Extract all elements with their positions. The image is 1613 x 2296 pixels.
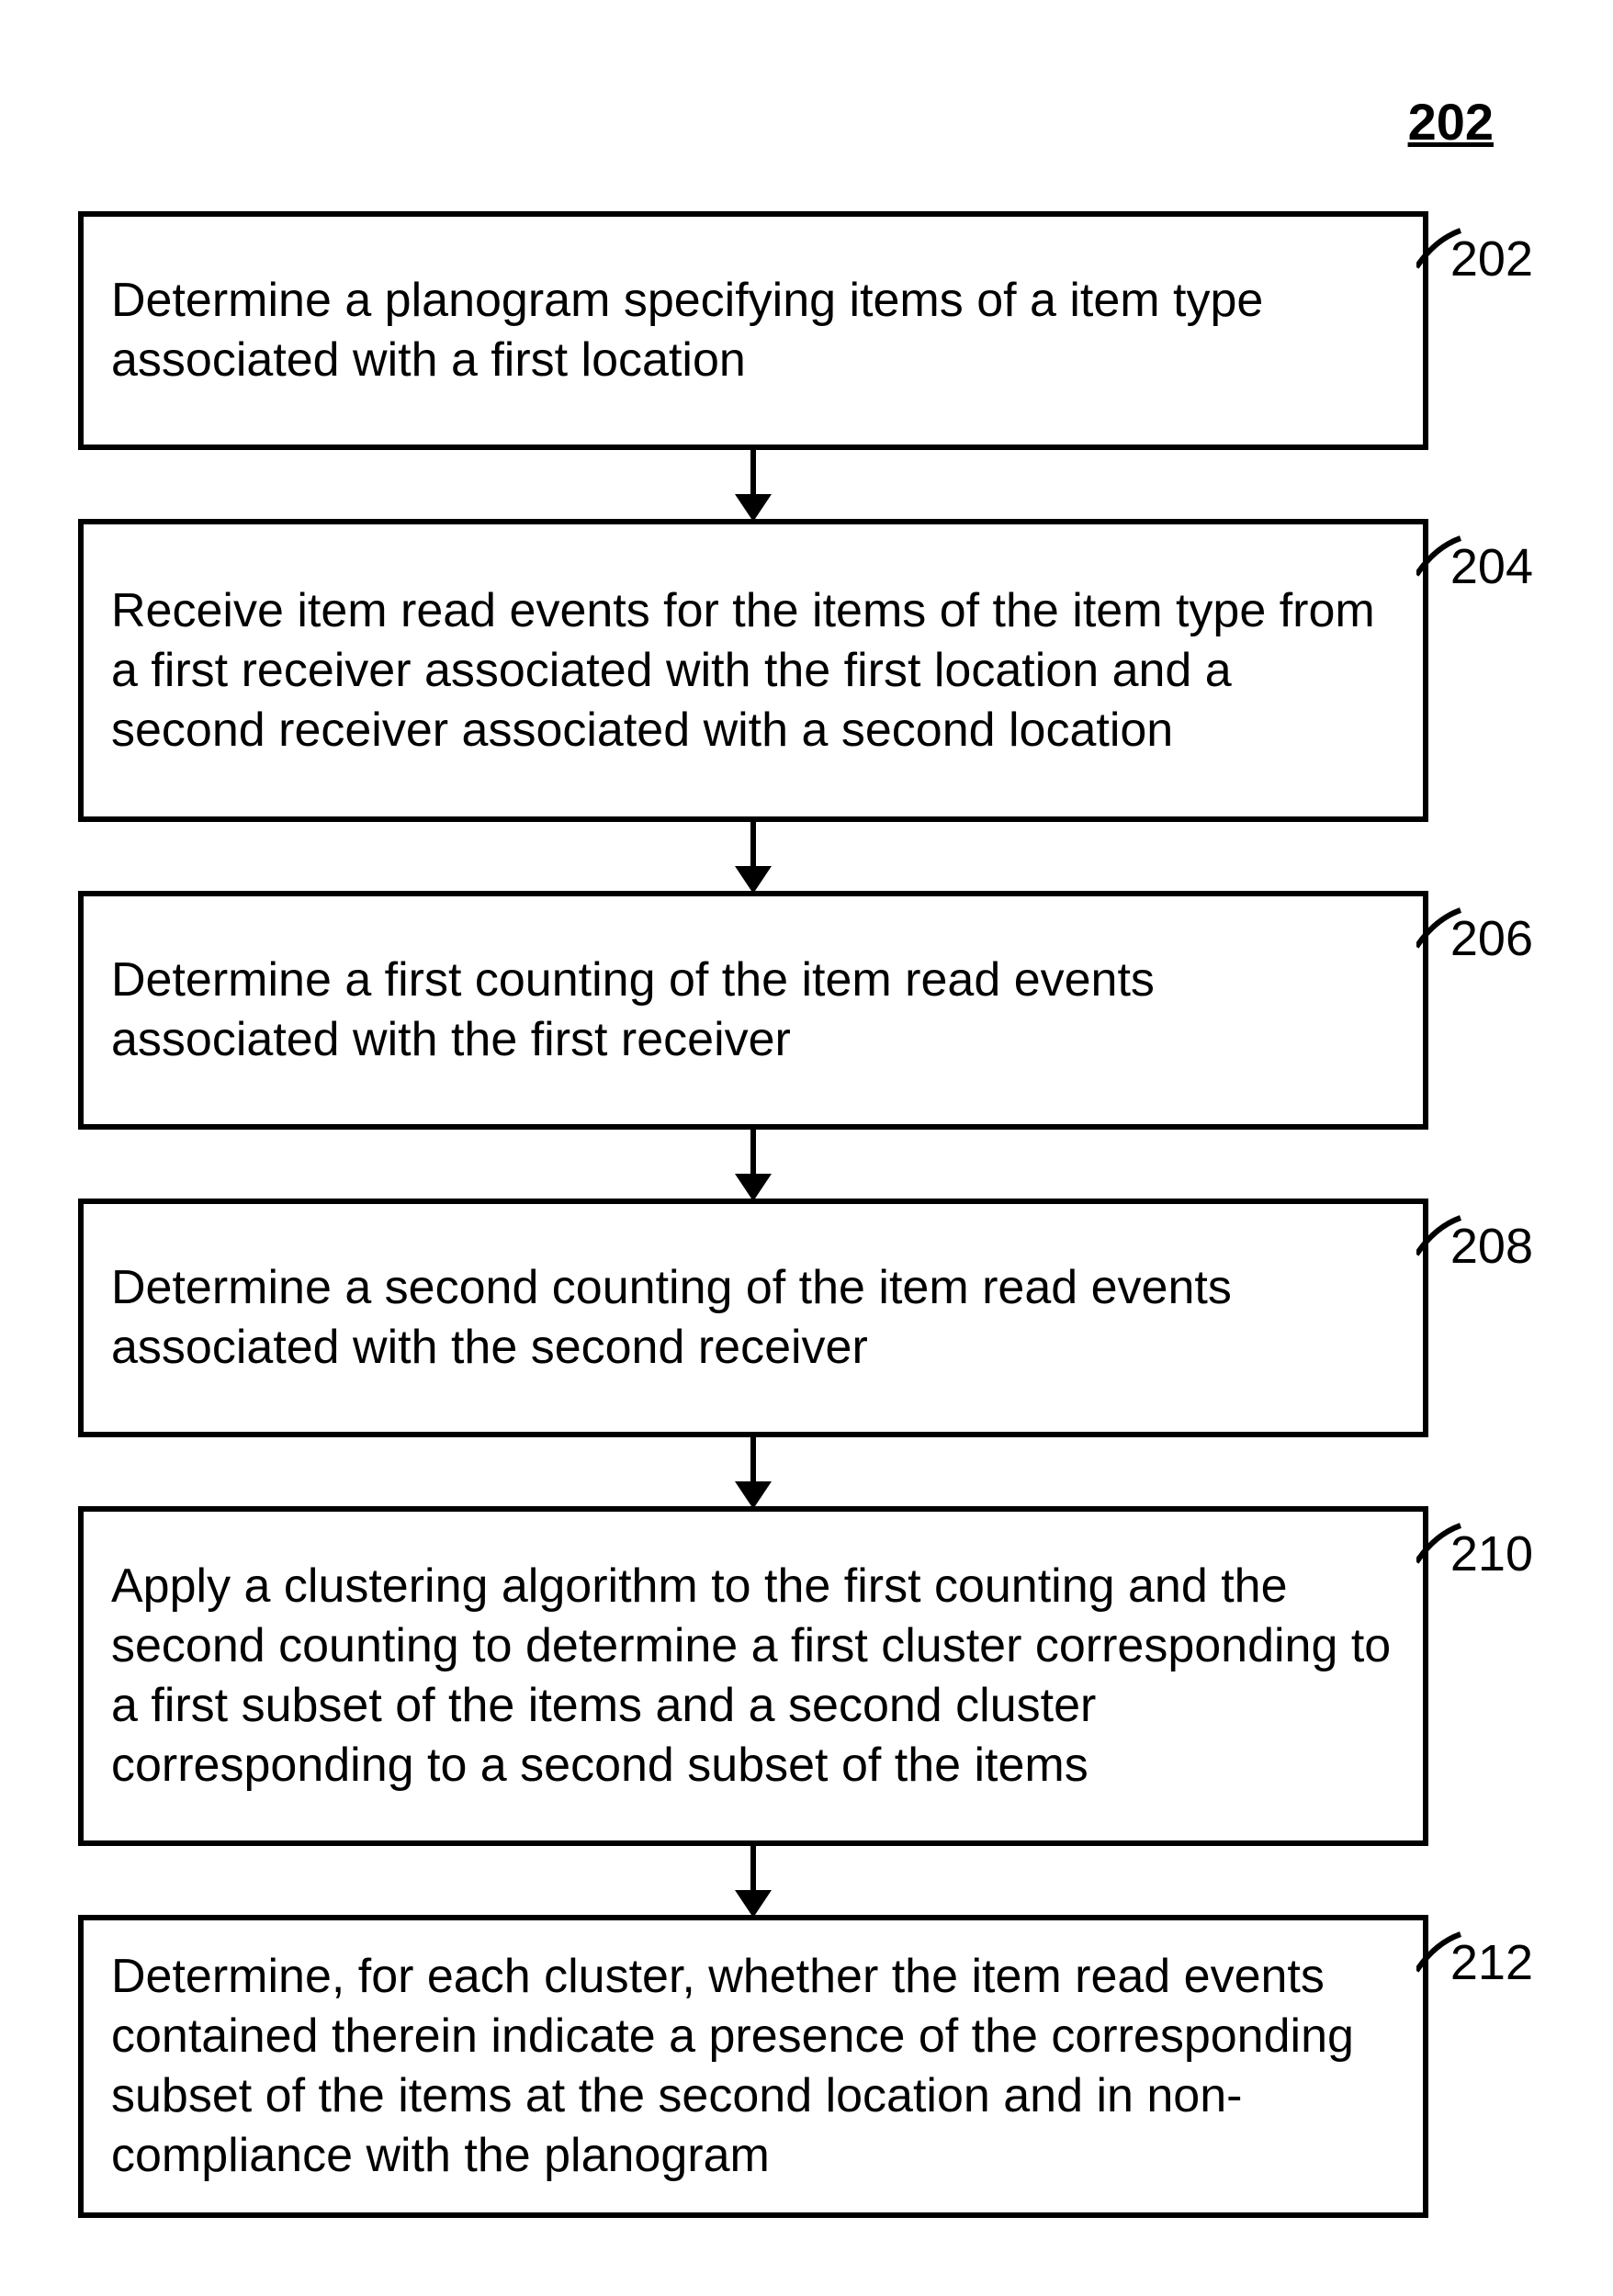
arrow-line-icon (750, 1130, 756, 1176)
flowchart-step-4: Determine a second counting of the item … (78, 1199, 1428, 1437)
step-text: Apply a clustering algorithm to the firs… (111, 1557, 1395, 1795)
flowchart-container: Determine a planogram specifying items o… (78, 211, 1428, 2218)
arrow-head-icon (735, 866, 772, 894)
step-label: 202 (1450, 231, 1533, 287)
arrow-line-icon (750, 1437, 756, 1483)
flowchart-step-5: Apply a clustering algorithm to the firs… (78, 1506, 1428, 1846)
diagram-title: 202 (1408, 92, 1494, 152)
flowchart-step-6: Determine, for each cluster, whether the… (78, 1915, 1428, 2218)
flow-arrow (78, 822, 1428, 891)
step-label: 212 (1450, 1934, 1533, 1991)
flow-arrow (78, 1130, 1428, 1199)
step-label: 208 (1450, 1218, 1533, 1275)
arrow-head-icon (735, 494, 772, 522)
arrow-line-icon (750, 450, 756, 496)
arrow-head-icon (735, 1890, 772, 1918)
step-text: Determine a planogram specifying items o… (111, 271, 1395, 390)
arrow-head-icon (735, 1174, 772, 1201)
step-label: 206 (1450, 910, 1533, 967)
arrow-line-icon (750, 1846, 756, 1892)
step-label: 210 (1450, 1525, 1533, 1582)
step-label: 204 (1450, 538, 1533, 595)
flowchart-step-2: Receive item read events for the items o… (78, 519, 1428, 822)
flowchart-step-3: Determine a first counting of the item r… (78, 891, 1428, 1130)
flow-arrow (78, 450, 1428, 519)
flow-arrow (78, 1846, 1428, 1915)
flowchart-step-1: Determine a planogram specifying items o… (78, 211, 1428, 450)
flow-arrow (78, 1437, 1428, 1506)
step-text: Determine a first counting of the item r… (111, 951, 1395, 1070)
step-text: Determine, for each cluster, whether the… (111, 1947, 1395, 2186)
arrow-line-icon (750, 822, 756, 868)
step-text: Determine a second counting of the item … (111, 1258, 1395, 1378)
step-text: Receive item read events for the items o… (111, 581, 1395, 760)
arrow-head-icon (735, 1481, 772, 1509)
